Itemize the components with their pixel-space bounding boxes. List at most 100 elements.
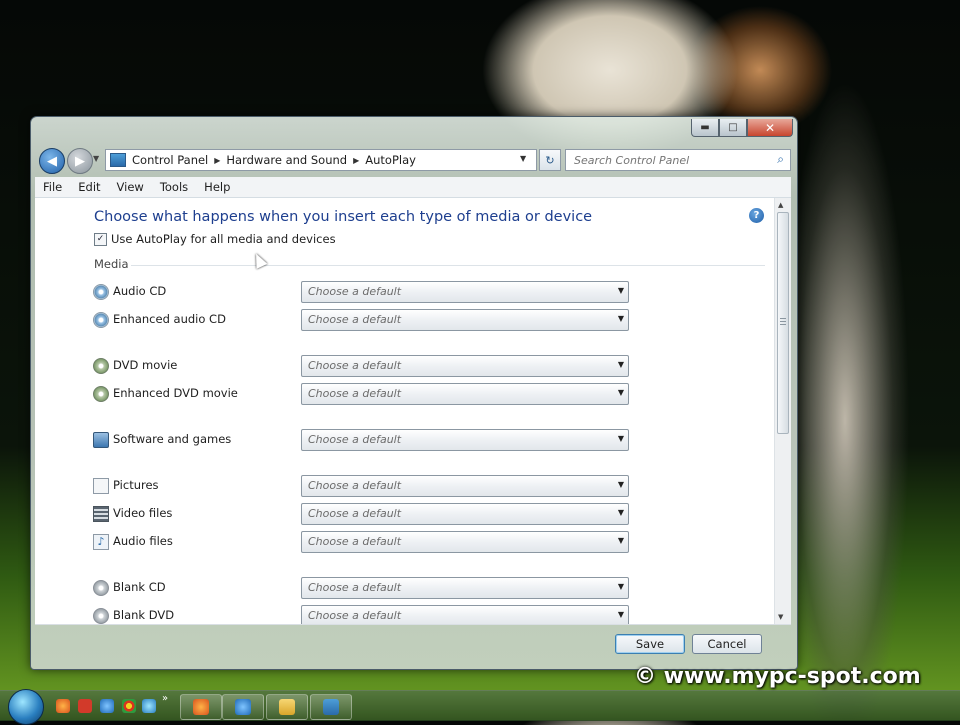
- minimize-button[interactable]: ▬: [691, 119, 719, 137]
- chevron-down-icon: ▼: [617, 536, 624, 545]
- enhanced-dvd-movie-icon: [93, 386, 109, 402]
- chevron-down-icon: ▼: [617, 480, 624, 489]
- address-dropdown-icon[interactable]: ▼: [520, 154, 526, 163]
- menu-bar: File Edit View Tools Help: [35, 177, 791, 198]
- blank-cd-icon: [93, 580, 109, 596]
- autoplay-window: ▬ □ ✕ ◀ ▶ ▼ Control Panel ▶ Hardware and…: [30, 116, 798, 670]
- search-box[interactable]: ⌕: [565, 149, 791, 171]
- taskbar-firefox[interactable]: [180, 694, 222, 720]
- pictures-icon: [93, 478, 109, 494]
- media-row-dvd-movie: DVD movie Choose a default ▼: [93, 355, 693, 377]
- control-panel-icon: [323, 699, 339, 715]
- maximize-button[interactable]: □: [719, 119, 747, 137]
- firefox-quicklaunch-icon[interactable]: [56, 699, 70, 713]
- menu-file[interactable]: File: [35, 180, 70, 194]
- media-label: Blank CD: [113, 580, 166, 594]
- audio-files-icon: ♪: [93, 534, 109, 550]
- software-games-default-select[interactable]: Choose a default ▼: [301, 429, 629, 451]
- menu-help[interactable]: Help: [196, 180, 238, 194]
- pictures-default-select[interactable]: Choose a default ▼: [301, 475, 629, 497]
- select-value: Choose a default: [308, 535, 402, 548]
- folder-icon: [279, 699, 295, 715]
- breadcrumb-autoplay[interactable]: AutoPlay: [365, 153, 416, 167]
- select-value: Choose a default: [308, 313, 402, 326]
- content-pane: ? Choose what happens when you insert ea…: [35, 198, 791, 625]
- caption-buttons: ▬ □ ✕: [691, 119, 793, 137]
- navigation-bar: ◀ ▶ ▼ Control Panel ▶ Hardware and Sound…: [35, 145, 791, 175]
- chevron-down-icon: ▼: [617, 434, 624, 443]
- ie-quicklaunch-icon[interactable]: [142, 699, 156, 713]
- media-label: Video files: [113, 506, 173, 520]
- media-row-software-and-games: Software and games Choose a default ▼: [93, 429, 693, 451]
- blank-dvd-icon: [93, 608, 109, 624]
- chevron-down-icon: ▼: [617, 286, 624, 295]
- chevron-down-icon: ▼: [617, 610, 624, 619]
- media-row-audio-cd: Audio CD Choose a default ▼: [93, 281, 693, 303]
- audio-files-default-select[interactable]: Choose a default ▼: [301, 531, 629, 553]
- media-label: Audio files: [113, 534, 173, 548]
- video-files-icon: [93, 506, 109, 522]
- blank-cd-default-select[interactable]: Choose a default ▼: [301, 577, 629, 599]
- video-files-default-select[interactable]: Choose a default ▼: [301, 503, 629, 525]
- menu-tools[interactable]: Tools: [152, 180, 196, 194]
- firefox-icon: [193, 699, 209, 715]
- use-autoplay-option[interactable]: ✓ Use AutoPlay for all media and devices: [94, 232, 336, 246]
- media-label: Audio CD: [113, 284, 167, 298]
- dvd-movie-default-select[interactable]: Choose a default ▼: [301, 355, 629, 377]
- taskbar-explorer[interactable]: [266, 694, 308, 720]
- chevron-down-icon: ▼: [617, 582, 624, 591]
- select-value: Choose a default: [308, 359, 402, 372]
- taskbar: »: [0, 689, 960, 725]
- use-autoplay-label: Use AutoPlay for all media and devices: [111, 232, 336, 246]
- breadcrumb-separator-icon[interactable]: ▶: [214, 156, 220, 165]
- forward-button[interactable]: ▶: [67, 148, 93, 174]
- breadcrumb-hardware-and-sound[interactable]: Hardware and Sound: [226, 153, 347, 167]
- grip-icon: [780, 318, 786, 325]
- search-input[interactable]: [572, 152, 766, 168]
- app-quicklaunch-icon[interactable]: [78, 699, 92, 713]
- help-icon[interactable]: ?: [749, 208, 764, 223]
- taskbar-control-panel[interactable]: [310, 694, 352, 720]
- media-row-enhanced-dvd-movie: Enhanced DVD movie Choose a default ▼: [93, 383, 693, 405]
- messenger-icon: [235, 699, 251, 715]
- scroll-up-arrow-icon[interactable]: ▲: [778, 201, 783, 209]
- select-value: Choose a default: [308, 507, 402, 520]
- back-button[interactable]: ◀: [39, 148, 65, 174]
- blank-dvd-default-select[interactable]: Choose a default ▼: [301, 605, 629, 624]
- chevron-down-icon: ▼: [617, 388, 624, 397]
- cancel-button[interactable]: Cancel: [692, 634, 762, 654]
- breadcrumb-separator-icon[interactable]: ▶: [353, 156, 359, 165]
- save-button[interactable]: Save: [615, 634, 685, 654]
- select-value: Choose a default: [308, 479, 402, 492]
- menu-edit[interactable]: Edit: [70, 180, 108, 194]
- close-button[interactable]: ✕: [747, 119, 793, 137]
- taskbar-messenger[interactable]: [222, 694, 264, 720]
- search-icon[interactable]: ⌕: [777, 152, 784, 167]
- use-autoplay-checkbox[interactable]: ✓: [94, 232, 107, 246]
- refresh-button[interactable]: ↻: [539, 149, 561, 171]
- scroll-down-arrow-icon[interactable]: ▼: [778, 613, 783, 621]
- media-row-blank-dvd: Blank DVD Choose a default ▼: [93, 605, 693, 624]
- vertical-scrollbar[interactable]: ▲ ▼: [774, 198, 791, 624]
- menu-view[interactable]: View: [109, 180, 152, 194]
- media-row-video-files: Video files Choose a default ▼: [93, 503, 693, 525]
- audio-cd-icon: [93, 284, 109, 300]
- media-row-blank-cd: Blank CD Choose a default ▼: [93, 577, 693, 599]
- page-title: Choose what happens when you insert each…: [94, 209, 593, 225]
- chevron-down-icon: ▼: [617, 360, 624, 369]
- select-value: Choose a default: [308, 581, 402, 594]
- address-bar[interactable]: Control Panel ▶ Hardware and Sound ▶ Aut…: [105, 149, 537, 171]
- enhanced-dvd-movie-default-select[interactable]: Choose a default ▼: [301, 383, 629, 405]
- breadcrumb-control-panel[interactable]: Control Panel: [132, 153, 208, 167]
- messenger-quicklaunch-icon[interactable]: [100, 699, 114, 713]
- recent-pages-dropdown[interactable]: ▼: [93, 154, 99, 163]
- media-label: Enhanced audio CD: [113, 312, 226, 326]
- select-value: Choose a default: [308, 609, 402, 622]
- enhanced-audio-cd-default-select[interactable]: Choose a default ▼: [301, 309, 629, 331]
- scrollbar-thumb[interactable]: [777, 212, 789, 434]
- quicklaunch-overflow-icon[interactable]: »: [162, 693, 168, 704]
- audio-cd-default-select[interactable]: Choose a default ▼: [301, 281, 629, 303]
- section-divider: [131, 265, 765, 266]
- media-label: Blank DVD: [113, 608, 175, 622]
- chrome-quicklaunch-icon[interactable]: [122, 699, 136, 713]
